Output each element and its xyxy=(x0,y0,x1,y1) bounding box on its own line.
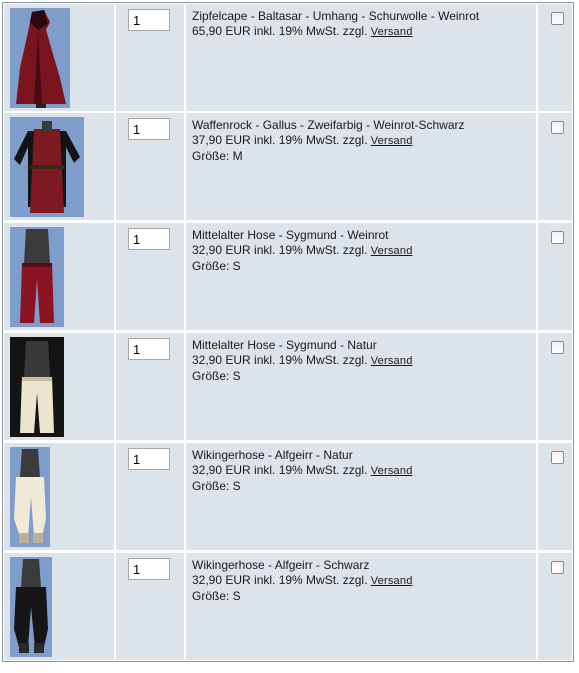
cart-row: Wikingerhose - Alfgeirr - Natur 32,90 EU… xyxy=(4,443,572,550)
product-title: Waffenrock - Gallus - Zweifarbig - Weinr… xyxy=(192,118,465,132)
quantity-cell xyxy=(116,223,184,330)
select-cell xyxy=(538,113,572,220)
remove-checkbox[interactable] xyxy=(551,121,564,134)
description-cell: Zipfelcape - Baltasar - Umhang - Schurwo… xyxy=(186,4,536,111)
cart-row: Wikingerhose - Alfgeirr - Schwarz 32,90 … xyxy=(4,553,572,660)
shipping-link[interactable]: Versand xyxy=(371,575,413,587)
quantity-cell xyxy=(116,333,184,440)
product-size: Größe: M xyxy=(192,149,243,163)
quantity-cell xyxy=(116,553,184,660)
quantity-cell xyxy=(116,113,184,220)
description-cell: Waffenrock - Gallus - Zweifarbig - Weinr… xyxy=(186,113,536,220)
product-image[interactable] xyxy=(10,8,70,108)
remove-checkbox[interactable] xyxy=(551,561,564,574)
cart-table: Zipfelcape - Baltasar - Umhang - Schurwo… xyxy=(2,2,574,662)
quantity-input[interactable] xyxy=(128,338,170,360)
select-cell xyxy=(538,223,572,330)
product-image[interactable] xyxy=(10,447,50,547)
product-title: Mittelalter Hose - Sygmund - Weinrot xyxy=(192,228,389,242)
product-title: Wikingerhose - Alfgeirr - Natur xyxy=(192,448,353,462)
quantity-input[interactable] xyxy=(128,448,170,470)
product-price: 32,90 EUR inkl. 19% MwSt. zzgl. Versand xyxy=(192,243,413,257)
select-cell xyxy=(538,443,572,550)
description-cell: Wikingerhose - Alfgeirr - Schwarz 32,90 … xyxy=(186,553,536,660)
product-image-cell xyxy=(4,113,114,220)
select-cell xyxy=(538,4,572,111)
product-image[interactable] xyxy=(10,337,64,437)
product-size: Größe: S xyxy=(192,479,241,493)
remove-checkbox[interactable] xyxy=(551,451,564,464)
description-cell: Mittelalter Hose - Sygmund - Natur 32,90… xyxy=(186,333,536,440)
product-title: Wikingerhose - Alfgeirr - Schwarz xyxy=(192,558,370,572)
product-title: Mittelalter Hose - Sygmund - Natur xyxy=(192,338,377,352)
quantity-input[interactable] xyxy=(128,118,170,140)
product-image[interactable] xyxy=(10,557,52,657)
product-price: 37,90 EUR inkl. 19% MwSt. zzgl. Versand xyxy=(192,133,413,147)
select-cell xyxy=(538,553,572,660)
description-cell: Mittelalter Hose - Sygmund - Weinrot 32,… xyxy=(186,223,536,330)
product-size: Größe: S xyxy=(192,589,241,603)
product-image[interactable] xyxy=(10,117,84,217)
product-image-cell xyxy=(4,443,114,550)
product-price: 32,90 EUR inkl. 19% MwSt. zzgl. Versand xyxy=(192,463,413,477)
quantity-input[interactable] xyxy=(128,9,170,31)
product-price: 32,90 EUR inkl. 19% MwSt. zzgl. Versand xyxy=(192,353,413,367)
shipping-link[interactable]: Versand xyxy=(371,355,413,367)
quantity-cell xyxy=(116,4,184,111)
product-size: Größe: S xyxy=(192,259,241,273)
remove-checkbox[interactable] xyxy=(551,12,564,25)
cart-row: Zipfelcape - Baltasar - Umhang - Schurwo… xyxy=(4,4,572,111)
product-image-cell xyxy=(4,223,114,330)
select-cell xyxy=(538,333,572,440)
product-price: 65,90 EUR inkl. 19% MwSt. zzgl. Versand xyxy=(192,24,413,38)
quantity-input[interactable] xyxy=(128,228,170,250)
quantity-input[interactable] xyxy=(128,558,170,580)
cart-row: Waffenrock - Gallus - Zweifarbig - Weinr… xyxy=(4,113,572,220)
product-image[interactable] xyxy=(10,227,64,327)
product-image-cell xyxy=(4,4,114,111)
shipping-link[interactable]: Versand xyxy=(371,465,413,477)
shipping-link[interactable]: Versand xyxy=(371,245,413,257)
shipping-link[interactable]: Versand xyxy=(371,135,413,147)
remove-checkbox[interactable] xyxy=(551,341,564,354)
product-image-cell xyxy=(4,553,114,660)
product-title: Zipfelcape - Baltasar - Umhang - Schurwo… xyxy=(192,9,480,23)
product-size: Größe: S xyxy=(192,369,241,383)
product-image-cell xyxy=(4,333,114,440)
cart-row: Mittelalter Hose - Sygmund - Weinrot 32,… xyxy=(4,223,572,330)
description-cell: Wikingerhose - Alfgeirr - Natur 32,90 EU… xyxy=(186,443,536,550)
remove-checkbox[interactable] xyxy=(551,231,564,244)
quantity-cell xyxy=(116,443,184,550)
product-price: 32,90 EUR inkl. 19% MwSt. zzgl. Versand xyxy=(192,573,413,587)
shipping-link[interactable]: Versand xyxy=(371,26,413,38)
cart-row: Mittelalter Hose - Sygmund - Natur 32,90… xyxy=(4,333,572,440)
